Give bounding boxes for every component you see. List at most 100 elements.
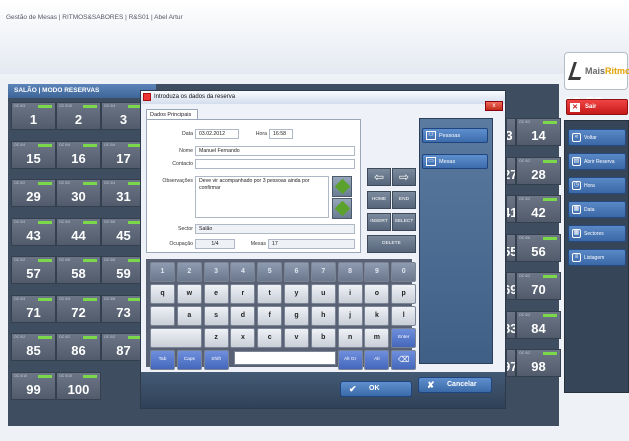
table-tile[interactable]: OC 0/2 86 xyxy=(56,333,101,361)
key-number[interactable]: 3 xyxy=(203,262,229,282)
key-number[interactable]: 0 xyxy=(391,262,417,282)
key-letter[interactable]: s xyxy=(203,306,229,326)
key-letter[interactable]: w xyxy=(176,284,202,304)
key-letter[interactable]: x xyxy=(230,328,256,348)
key-letter[interactable]: l xyxy=(391,306,417,326)
caps-key[interactable]: Caps xyxy=(176,350,202,370)
side-button-data[interactable]: ▦ Data xyxy=(568,201,626,218)
keyboard-input[interactable] xyxy=(234,351,336,365)
people-button[interactable]: ⚇ Pessoas xyxy=(422,128,488,143)
table-tile[interactable]: OC 0/10 2 xyxy=(56,102,101,130)
insert-key[interactable]: INSERT xyxy=(367,213,391,231)
enter-key[interactable]: Enter xyxy=(391,328,417,348)
table-tile[interactable]: OC 0/10 100 xyxy=(56,371,101,400)
key-letter[interactable]: g xyxy=(284,306,309,326)
key-letter[interactable]: e xyxy=(203,284,229,304)
key-letter[interactable]: o xyxy=(364,284,390,304)
key-number[interactable]: 5 xyxy=(257,262,283,282)
table-tile[interactable]: OC 0/2 42 xyxy=(516,195,561,223)
home-key[interactable]: HOME xyxy=(367,191,391,209)
key-letter[interactable]: m xyxy=(364,328,390,348)
key-letter[interactable]: a xyxy=(176,306,202,326)
key-letter[interactable]: r xyxy=(230,284,256,304)
table-tile-partial[interactable]: 69 xyxy=(506,272,516,300)
name-field[interactable]: Manuel Fernando xyxy=(195,146,355,156)
table-tile[interactable]: OC 0/2 70 xyxy=(516,272,561,300)
table-tile[interactable]: OC 0/4 72 xyxy=(56,294,101,323)
end-key[interactable]: END xyxy=(392,191,416,209)
tab-key[interactable]: Tab xyxy=(150,350,175,370)
tables-button[interactable]: ▭ Mesas xyxy=(422,154,488,169)
arrow-left-key[interactable]: ⇦ xyxy=(367,168,391,186)
key-letter[interactable]: u xyxy=(310,284,336,304)
table-tile-partial[interactable]: 41 xyxy=(506,195,516,223)
table-tile[interactable]: OC 0/2 30 xyxy=(56,179,101,207)
side-button-voltar[interactable]: «Voltar xyxy=(568,129,626,146)
key-letter[interactable]: c xyxy=(257,328,283,348)
key-letter[interactable]: t xyxy=(257,284,283,304)
key-letter[interactable]: f xyxy=(257,306,283,326)
side-button-listagem[interactable]: ≡ Listagem xyxy=(568,249,626,266)
contact-field[interactable] xyxy=(195,159,355,169)
key-letter[interactable]: q xyxy=(150,284,175,304)
key-letter[interactable]: n xyxy=(337,328,363,348)
key-letter[interactable]: v xyxy=(284,328,309,348)
time-field[interactable]: 16:58 xyxy=(269,129,293,139)
key-blank[interactable] xyxy=(150,328,202,348)
table-tile[interactable]: OC 0/10 99 xyxy=(11,371,56,400)
table-tile-partial[interactable]: 55 xyxy=(506,233,516,262)
side-button-sectores[interactable]: ▦ Sectores xyxy=(568,225,626,242)
select-key[interactable]: SELECT xyxy=(392,213,416,231)
key-number[interactable]: 9 xyxy=(364,262,390,282)
table-tile[interactable]: OC 0/4 15 xyxy=(11,140,56,169)
table-tile[interactable]: OC 0/2 98 xyxy=(516,349,561,377)
table-tile[interactable]: OC 0/2 57 xyxy=(11,256,56,284)
table-tile[interactable]: OC 0/2 29 xyxy=(11,179,56,207)
delete-key[interactable]: DELETE xyxy=(367,235,416,253)
key-number[interactable]: 6 xyxy=(284,262,309,282)
arrow-right-key[interactable]: ⇨ xyxy=(392,168,416,186)
key-letter[interactable]: p xyxy=(391,284,417,304)
key-letter[interactable]: i xyxy=(337,284,363,304)
key-letter[interactable]: h xyxy=(310,306,336,326)
alt-key[interactable]: Alt xyxy=(364,350,390,370)
altgr-key[interactable]: Alt Gr xyxy=(337,350,363,370)
exit-button[interactable]: ✕ Sair xyxy=(566,99,628,115)
table-tile[interactable]: OC 0/2 28 xyxy=(516,156,561,185)
key-letter[interactable]: b xyxy=(310,328,336,348)
key-letter[interactable]: z xyxy=(203,328,229,348)
scroll-up-button[interactable] xyxy=(332,176,352,197)
table-tile-partial[interactable]: 83 xyxy=(506,310,516,339)
table-tile-partial[interactable]: 27 xyxy=(506,156,516,185)
key-letter[interactable]: j xyxy=(337,306,363,326)
table-tile[interactable]: OC 0/2 85 xyxy=(11,333,56,361)
table-tile[interactable]: OC 0/3 1 xyxy=(11,102,56,130)
date-field[interactable]: 03.02.2012 xyxy=(195,129,239,139)
table-tile-partial[interactable]: 3 xyxy=(506,118,516,146)
key-number[interactable]: 4 xyxy=(230,262,256,282)
key-number[interactable]: 8 xyxy=(337,262,363,282)
table-tile[interactable]: OC 0/6 58 xyxy=(56,256,101,284)
key-blank[interactable] xyxy=(150,306,175,326)
cancel-button[interactable]: ✘ Cancelar xyxy=(418,377,492,393)
table-tile[interactable]: OC 0/4 43 xyxy=(11,217,56,246)
key-letter[interactable]: k xyxy=(364,306,390,326)
key-letter[interactable]: d xyxy=(230,306,256,326)
ok-button[interactable]: ✔ OK xyxy=(340,381,412,397)
backspace-key[interactable]: ⌫ xyxy=(391,350,417,370)
key-number[interactable]: 2 xyxy=(176,262,202,282)
dialog-close-button[interactable]: x xyxy=(485,101,503,111)
table-tile-partial[interactable]: 97 xyxy=(506,349,516,377)
key-number[interactable]: 7 xyxy=(310,262,336,282)
table-tile[interactable]: OC 0/4 16 xyxy=(56,140,101,169)
key-number[interactable]: 1 xyxy=(150,262,175,282)
scroll-down-button[interactable] xyxy=(332,198,352,219)
side-button-hora[interactable]: ◷ Hora xyxy=(568,177,626,194)
table-tile[interactable]: OC 0/4 71 xyxy=(11,294,56,323)
shift-key[interactable]: Shift xyxy=(203,350,229,370)
notes-field[interactable]: Deve vir acompanhado por 3 pessoas ainda… xyxy=(195,176,329,218)
table-tile[interactable]: OC 0/6 56 xyxy=(516,233,561,262)
table-tile[interactable]: OC 0/4 44 xyxy=(56,217,101,246)
table-tile[interactable]: OC 0/2 14 xyxy=(516,118,561,146)
side-button-abrir-reserva[interactable]: ▤ Abrir Reserva xyxy=(568,153,626,170)
